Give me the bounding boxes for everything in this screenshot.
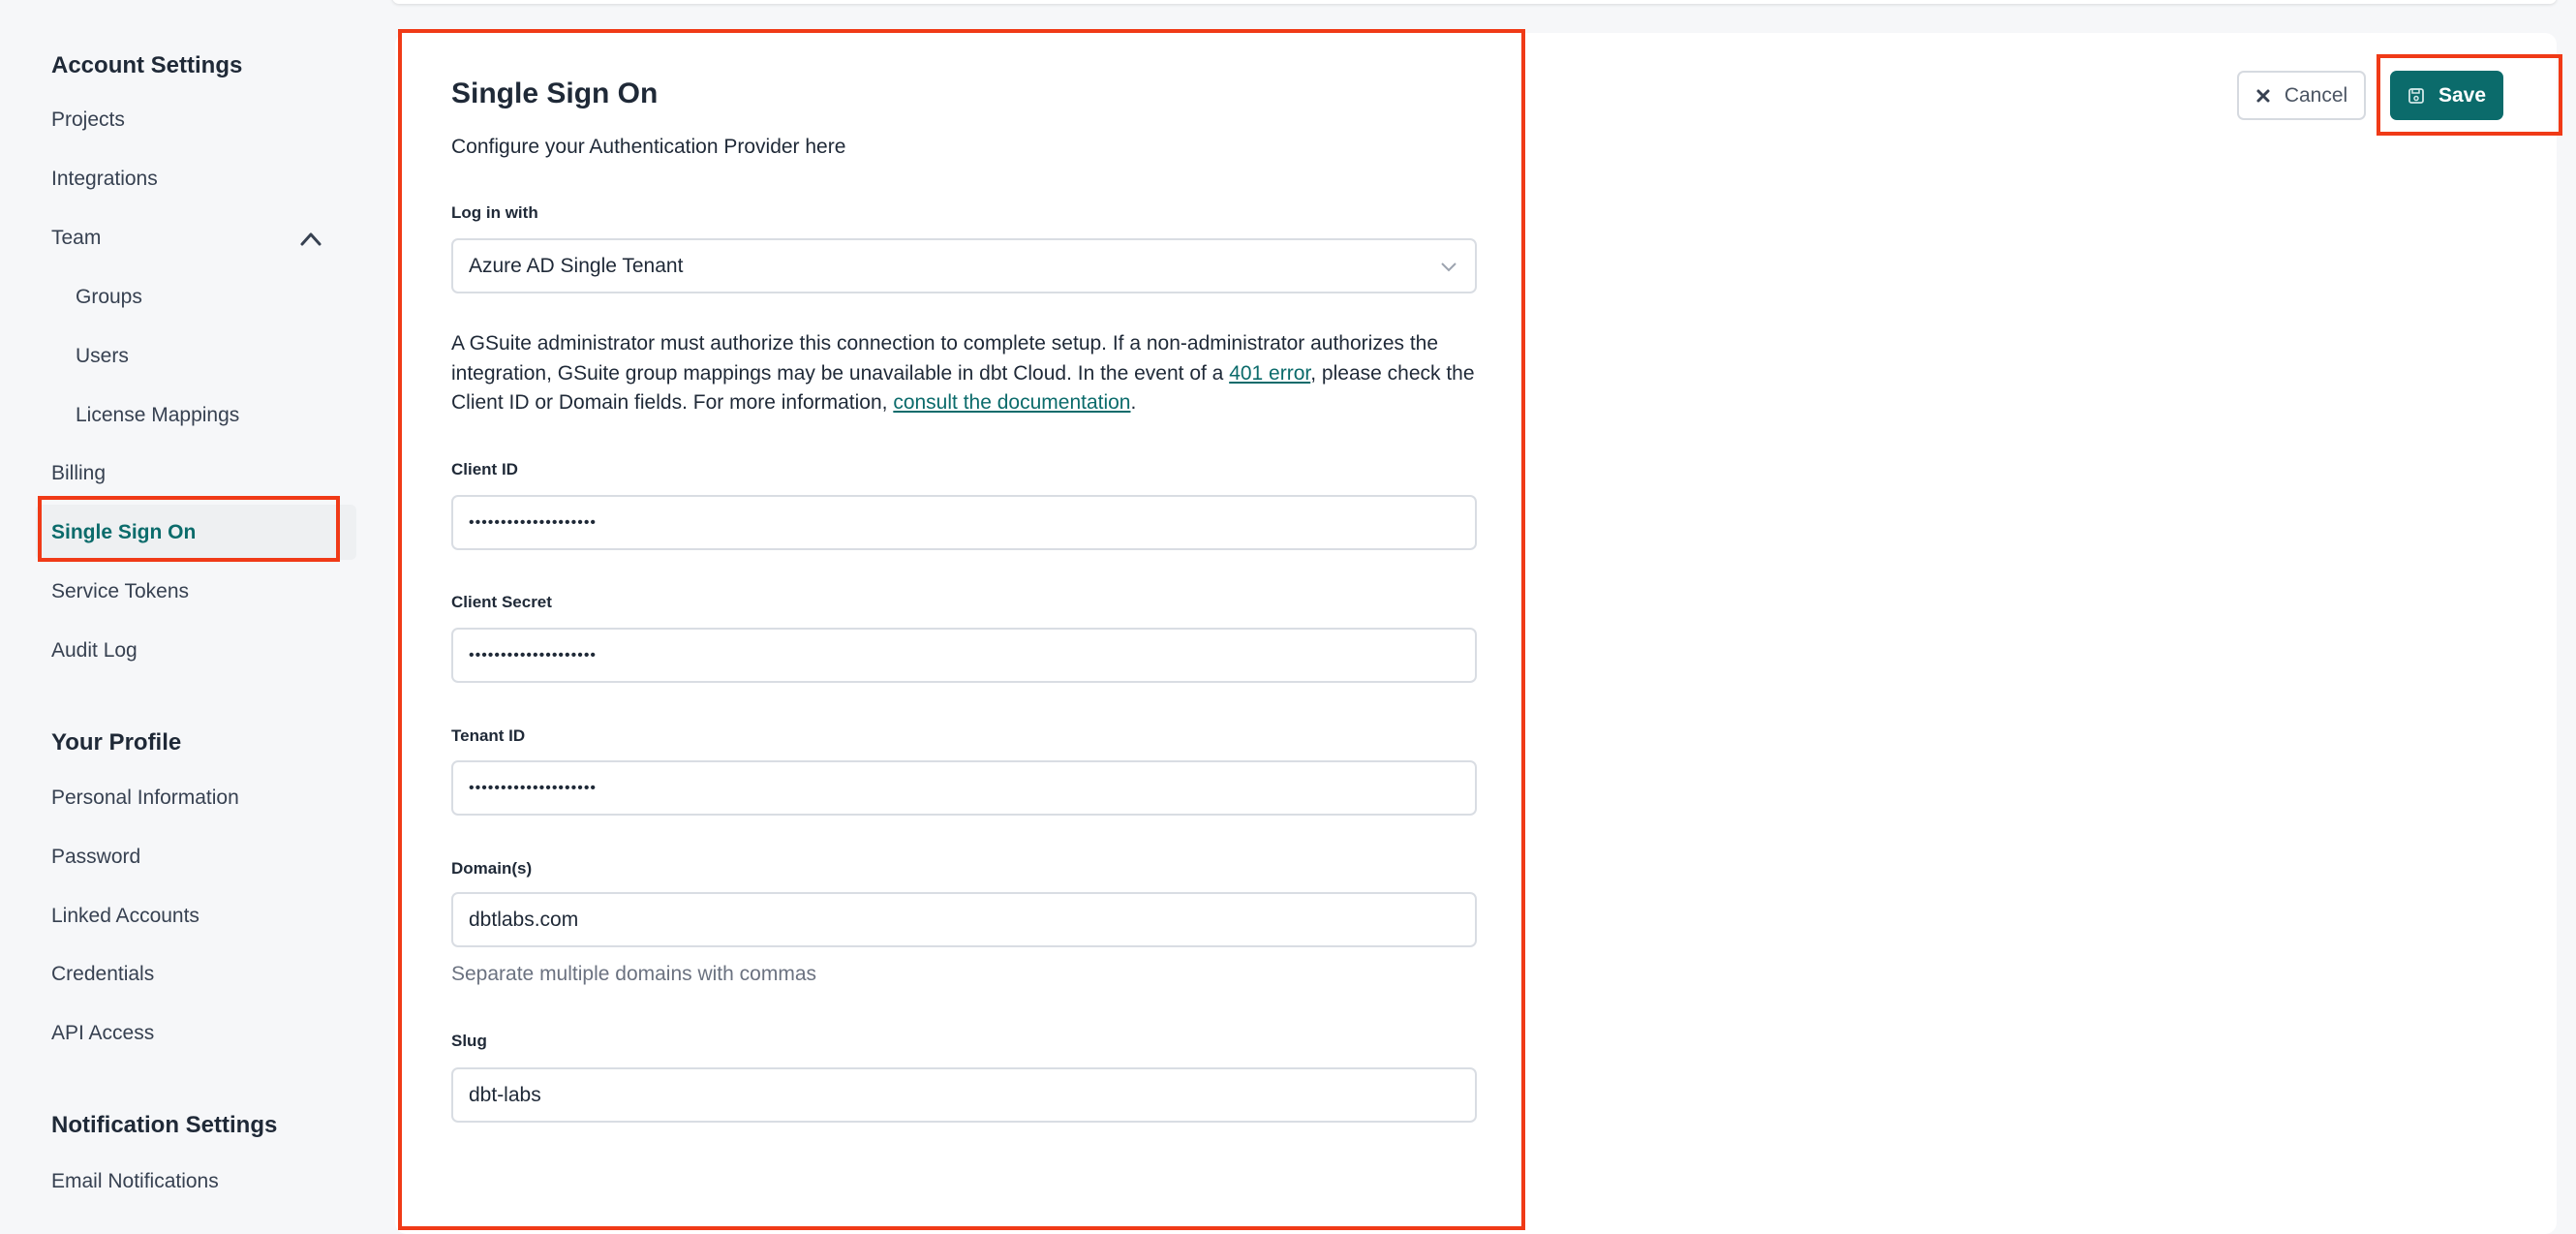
401-error-link[interactable]: 401 error <box>1229 362 1310 385</box>
notice-paragraph: A GSuite administrator must authorize th… <box>451 329 1487 418</box>
sidebar-item-license-mappings[interactable]: License Mappings <box>76 402 239 429</box>
client-id-input[interactable]: •••••••••••••••••••• <box>451 495 1477 550</box>
sidebar-item-billing[interactable]: Billing <box>51 460 106 487</box>
tenant-id-input[interactable]: •••••••••••••••••••• <box>451 760 1477 816</box>
login-provider-value: Azure AD Single Tenant <box>469 254 684 277</box>
tenant-id-value: •••••••••••••••••••• <box>469 779 598 796</box>
slug-label: Slug <box>451 1032 487 1050</box>
domains-label: Domain(s) <box>451 859 533 878</box>
sidebar-item-projects[interactable]: Projects <box>51 107 125 134</box>
domains-input[interactable]: dbtlabs.com <box>451 892 1477 947</box>
sidebar-item-users[interactable]: Users <box>76 343 129 370</box>
your-profile-heading: Your Profile <box>51 729 182 756</box>
sidebar-item-groups[interactable]: Groups <box>76 284 142 311</box>
notice-text: . <box>1130 391 1137 414</box>
login-with-label: Log in with <box>451 203 538 222</box>
page-subtitle: Configure your Authentication Provider h… <box>451 136 846 158</box>
client-id-label: Client ID <box>451 460 518 478</box>
save-label: Save <box>2438 83 2487 107</box>
cancel-button[interactable]: Cancel <box>2237 71 2366 120</box>
login-provider-select[interactable]: Azure AD Single Tenant <box>451 238 1477 293</box>
client-secret-input[interactable]: •••••••••••••••••••• <box>451 628 1477 683</box>
page-title: Single Sign On <box>451 77 659 109</box>
sidebar-item-team[interactable]: Team <box>51 225 101 252</box>
sidebar-item-service-tokens[interactable]: Service Tokens <box>51 578 189 605</box>
client-secret-label: Client Secret <box>451 593 552 611</box>
save-button[interactable]: Save <box>2390 71 2503 120</box>
chevron-down-icon <box>1441 262 1457 271</box>
slug-input[interactable]: dbt-labs <box>451 1067 1477 1123</box>
top-bar <box>392 0 2557 4</box>
slug-value: dbt-labs <box>469 1083 541 1106</box>
chevron-up-icon[interactable] <box>298 227 323 252</box>
sidebar-item-integrations[interactable]: Integrations <box>51 166 158 193</box>
domains-value: dbtlabs.com <box>469 908 579 931</box>
floppy-disk-icon <box>2408 87 2424 104</box>
client-id-value: •••••••••••••••••••• <box>469 513 598 531</box>
sidebar-item-credentials[interactable]: Credentials <box>51 961 154 988</box>
sidebar-item-email-notifications[interactable]: Email Notifications <box>51 1168 219 1195</box>
documentation-link[interactable]: consult the documentation <box>893 391 1130 414</box>
cancel-label: Cancel <box>2284 83 2348 107</box>
account-settings-heading: Account Settings <box>51 52 243 78</box>
sidebar-item-password[interactable]: Password <box>51 844 140 871</box>
sidebar-item-linked-accounts[interactable]: Linked Accounts <box>51 903 199 930</box>
sidebar-item-audit-log[interactable]: Audit Log <box>51 637 138 664</box>
client-secret-value: •••••••••••••••••••• <box>469 646 598 663</box>
sidebar: Account Settings Projects Integrations T… <box>0 0 392 1226</box>
sidebar-item-api-access[interactable]: API Access <box>51 1020 154 1047</box>
sidebar-item-single-sign-on[interactable]: Single Sign On <box>51 519 196 546</box>
domains-help-text: Separate multiple domains with commas <box>451 963 816 985</box>
notification-settings-heading: Notification Settings <box>51 1112 278 1138</box>
tenant-id-label: Tenant ID <box>451 726 526 745</box>
sidebar-item-personal-information[interactable]: Personal Information <box>51 785 239 812</box>
x-icon <box>2256 89 2270 102</box>
